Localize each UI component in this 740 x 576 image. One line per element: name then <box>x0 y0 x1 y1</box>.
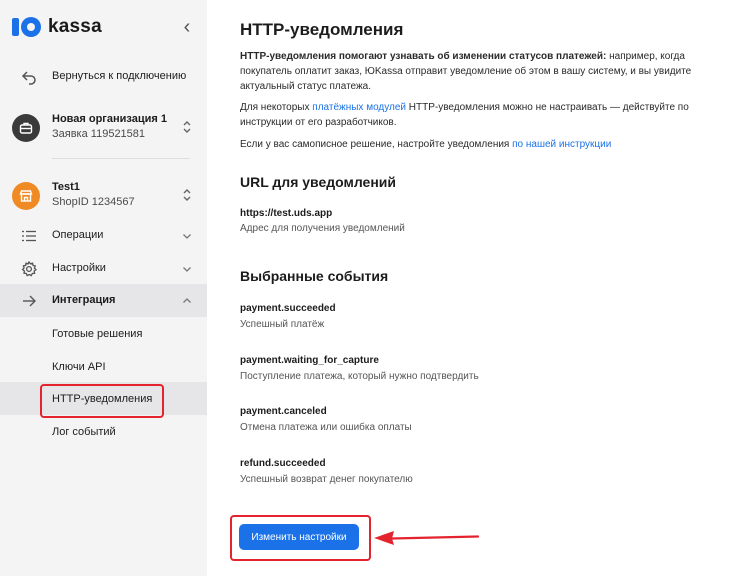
yookassa-logo-icon <box>12 16 42 38</box>
text: Для некоторых <box>240 102 313 113</box>
sidebar-subitem-http-notifications[interactable]: HTTP-уведомления <box>52 393 152 405</box>
payment-modules-link[interactable]: платёжных модулей <box>312 102 406 113</box>
instruction-paragraph: Если у вас самописное решение, настройте… <box>240 137 720 152</box>
org-title: Новая организация 1 <box>52 113 167 125</box>
chevron-down-icon <box>180 229 194 243</box>
chevron-up-icon <box>180 294 194 308</box>
instruction-link[interactable]: по нашей инструкции <box>512 139 611 150</box>
event-desc: Успешный платёж <box>240 319 325 330</box>
sidebar-item-label: Настройки <box>52 262 106 274</box>
list-icon <box>18 225 40 247</box>
briefcase-icon <box>12 114 40 142</box>
notification-url-desc: Адрес для получения уведомлений <box>240 223 405 234</box>
chevron-updown-icon <box>180 188 194 202</box>
event-name: payment.canceled <box>240 406 327 417</box>
org-subtitle: Заявка 119521581 <box>52 128 146 140</box>
event-name: payment.waiting_for_capture <box>240 355 379 366</box>
gear-icon <box>18 258 40 280</box>
intro-paragraph: HTTP-уведомления помогают узнавать об из… <box>240 49 720 94</box>
page-title: HTTP-уведомления <box>240 20 404 39</box>
sidebar-item-label: Интеграция <box>52 294 116 306</box>
modules-paragraph: Для некоторых платёжных модулей HTTP-уве… <box>240 100 720 130</box>
event-desc: Отмена платежа или ошибка оплаты <box>240 422 412 433</box>
back-arrow-icon <box>18 66 40 88</box>
shop-title: Test1 <box>52 181 80 193</box>
sidebar-subitem-event-log[interactable]: Лог событий <box>52 426 116 438</box>
event-desc: Поступление платежа, который нужно подтв… <box>240 371 479 382</box>
event-name: payment.succeeded <box>240 303 336 314</box>
logo-text: kassa <box>48 16 102 37</box>
back-label: Вернуться к подключению <box>52 70 187 82</box>
event-name: refund.succeeded <box>240 458 326 469</box>
collapse-sidebar-icon[interactable]: ‹ <box>177 16 197 40</box>
sidebar: kassa ‹ Вернуться к подключению Новая ор… <box>0 0 207 576</box>
chevron-down-icon <box>180 262 194 276</box>
shop-subtitle: ShopID 1234567 <box>52 196 135 208</box>
events-section-title: Выбранные события <box>240 268 389 284</box>
sidebar-item-integration[interactable]: Интеграция <box>0 290 207 312</box>
sidebar-item-settings[interactable]: Настройки <box>0 258 207 280</box>
url-section-title: URL для уведомлений <box>240 174 397 190</box>
text: Если у вас самописное решение, настройте… <box>240 139 513 150</box>
sidebar-subitem-api-keys[interactable]: Ключи API <box>52 361 106 373</box>
store-icon <box>12 182 40 210</box>
arrow-right-icon <box>18 290 40 312</box>
event-desc: Успешный возврат денег покупателю <box>240 474 413 485</box>
chevron-updown-icon <box>180 120 194 134</box>
sidebar-item-operations[interactable]: Операции <box>0 225 207 247</box>
intro-bold: HTTP-уведомления помогают узнавать об из… <box>240 51 607 62</box>
change-settings-button[interactable]: Изменить настройки <box>239 524 359 550</box>
pointer-arrow-icon <box>374 531 480 545</box>
logo[interactable]: kassa <box>12 16 102 38</box>
sidebar-subitem-ready-solutions[interactable]: Готовые решения <box>52 328 142 340</box>
back-to-connection[interactable]: Вернуться к подключению <box>0 66 207 88</box>
notification-url: https://test.uds.app <box>240 208 333 219</box>
sidebar-item-label: Операции <box>52 229 104 241</box>
shop-switcher[interactable]: Test1 ShopID 1234567 <box>0 178 207 218</box>
divider <box>52 158 190 159</box>
org-switcher[interactable]: Новая организация 1 Заявка 119521581 <box>0 108 207 148</box>
